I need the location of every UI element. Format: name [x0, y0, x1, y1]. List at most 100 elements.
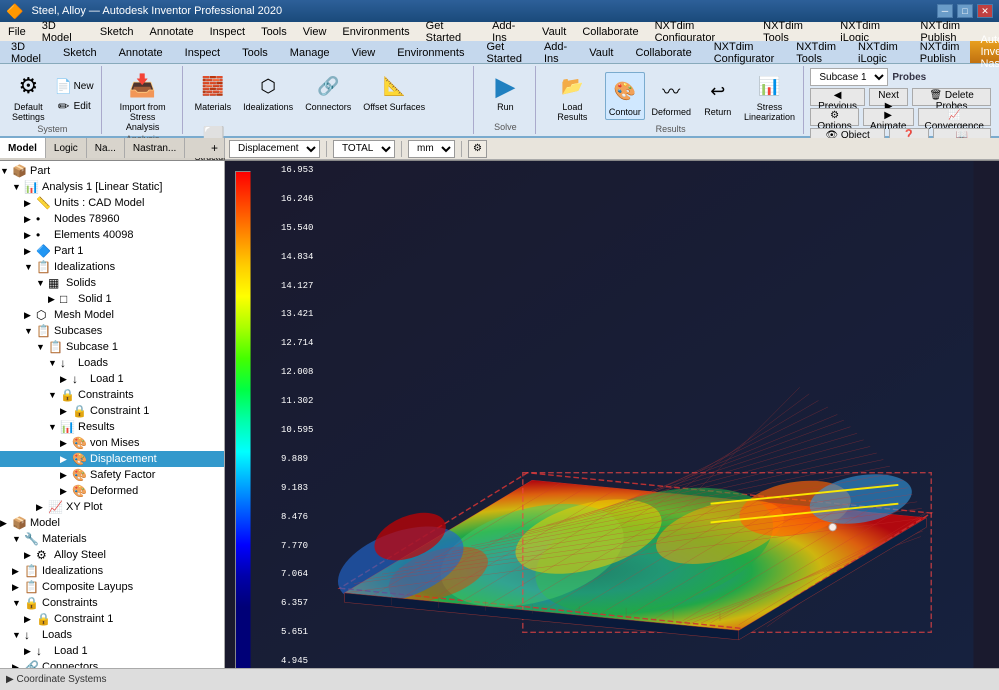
tree-item-29[interactable]: ▶🔒Constraint 1 — [0, 611, 224, 627]
tree-arrow-8[interactable]: ▼ — [36, 278, 48, 288]
tree-item-30[interactable]: ▼↓Loads — [0, 627, 224, 643]
tree-arrow-25[interactable]: ▶ — [24, 550, 36, 561]
btn-return[interactable]: ↩ Return — [698, 73, 738, 119]
tab-addins[interactable]: Add-Ins — [533, 41, 578, 63]
btn-materials[interactable]: 🧱 Materials — [191, 68, 236, 114]
tree-arrow-23[interactable]: ▶ — [0, 518, 12, 529]
sidebar-tab-vault[interactable]: Na... — [87, 138, 125, 158]
tree-arrow-24[interactable]: ▼ — [12, 534, 24, 544]
tree-arrow-20[interactable]: ▶ — [60, 470, 72, 481]
btn-options[interactable]: ⚙ Options — [810, 108, 858, 126]
displacement-select[interactable]: Displacement — [229, 140, 320, 158]
tree-item-26[interactable]: ▶📋Idealizations — [0, 563, 224, 579]
tree-item-5[interactable]: ▶•Elements 40098 — [0, 227, 224, 243]
tab-tools[interactable]: Tools — [231, 41, 279, 63]
maximize-button[interactable]: □ — [957, 4, 973, 18]
btn-previous[interactable]: ◀ Previous — [810, 88, 865, 106]
tab-manage[interactable]: Manage — [279, 41, 341, 63]
btn-load-results[interactable]: 📂 Load Results — [544, 68, 601, 124]
tree-item-21[interactable]: ▶🎨Deformed — [0, 483, 224, 499]
tree-item-27[interactable]: ▶📋Composite Layups — [0, 579, 224, 595]
btn-connectors[interactable]: 🔗 Connectors — [301, 68, 355, 114]
menu-item-collaborate[interactable]: Collaborate — [574, 24, 646, 40]
btn-contour[interactable]: 🎨 Contour — [605, 72, 645, 120]
tree-arrow-13[interactable]: ▼ — [48, 358, 60, 368]
tab-annotate[interactable]: Annotate — [108, 41, 174, 63]
tree-arrow-32[interactable]: ▶ — [12, 662, 24, 669]
tree-item-14[interactable]: ▶↓Load 1 — [0, 371, 224, 387]
tree-arrow-11[interactable]: ▼ — [24, 326, 36, 336]
tab-getstarted[interactable]: Get Started — [475, 41, 532, 63]
tree-item-2[interactable]: ▼📊Analysis 1 [Linear Static] — [0, 179, 224, 195]
sidebar-tab-logic[interactable]: Logic — [46, 138, 87, 158]
tree-arrow-30[interactable]: ▼ — [12, 630, 24, 640]
tab-sketch[interactable]: Sketch — [52, 41, 108, 63]
tree-item-31[interactable]: ▶↓Load 1 — [0, 643, 224, 659]
tab-3dmodel[interactable]: 3D Model — [0, 41, 52, 63]
btn-offset-surfaces[interactable]: 📐 Offset Surfaces — [359, 68, 429, 114]
btn-default-settings[interactable]: ⚙ DefaultSettings — [8, 68, 49, 124]
menu-item-view[interactable]: View — [295, 24, 335, 40]
menu-item-inspect[interactable]: Inspect — [202, 24, 253, 40]
tree-item-17[interactable]: ▼📊Results — [0, 419, 224, 435]
btn-edit[interactable]: ✏ Edit — [53, 97, 97, 115]
btn-idealizations[interactable]: ⬡ Idealizations — [239, 68, 297, 114]
btn-animate[interactable]: ▶ Animate — [863, 108, 914, 126]
tab-nxtdimconfig[interactable]: NXTdim Configurator — [703, 41, 786, 63]
tree-arrow-14[interactable]: ▶ — [60, 374, 72, 385]
tab-inspect[interactable]: Inspect — [174, 41, 231, 63]
tree-arrow-3[interactable]: ▶ — [24, 198, 36, 209]
btn-delete-probes[interactable]: 🗑 Delete Probes — [912, 88, 991, 106]
btn-stress-linearization[interactable]: 📊 StressLinearization — [742, 68, 798, 124]
viewport[interactable]: 16.95316.24615.54014.83414.12713.42112.7… — [225, 161, 999, 668]
tree-item-1[interactable]: ▼📦Part — [0, 163, 224, 179]
tree-arrow-9[interactable]: ▶ — [48, 294, 60, 305]
tree-item-18[interactable]: ▶🎨von Mises — [0, 435, 224, 451]
btn-deformed[interactable]: 〰 Deformed — [649, 73, 694, 119]
btn-run[interactable]: ▶ Run — [485, 68, 525, 114]
tree-arrow-19[interactable]: ▶ — [60, 454, 72, 465]
tree-arrow-10[interactable]: ▶ — [24, 310, 36, 321]
tree-item-15[interactable]: ▼🔒Constraints — [0, 387, 224, 403]
tree-arrow-22[interactable]: ▶ — [36, 502, 48, 513]
tree-arrow-5[interactable]: ▶ — [24, 230, 36, 241]
tree-item-12[interactable]: ▼📋Subcase 1 — [0, 339, 224, 355]
tab-nxtdimilogic[interactable]: NXTdim iLogic — [847, 41, 909, 63]
tree-arrow-18[interactable]: ▶ — [60, 438, 72, 449]
tree-item-23[interactable]: ▶📦Model — [0, 515, 224, 531]
menu-item-file[interactable]: File — [0, 24, 34, 40]
sidebar-tab-nastran1[interactable]: Nastran... — [125, 138, 185, 158]
tree-item-7[interactable]: ▼📋Idealizations — [0, 259, 224, 275]
subcase-select[interactable]: Subcase 1 — [810, 68, 888, 86]
tree-item-13[interactable]: ▼↓Loads — [0, 355, 224, 371]
menu-item-vault[interactable]: Vault — [534, 24, 574, 40]
btn-import-stress[interactable]: 📥 Import fromStress Analysis — [110, 68, 176, 134]
tree-arrow-17[interactable]: ▼ — [48, 422, 60, 432]
sidebar-tab-model[interactable]: Model — [0, 138, 46, 158]
tab-view[interactable]: View — [341, 41, 387, 63]
tree-arrow-12[interactable]: ▼ — [36, 342, 48, 352]
tree-arrow-27[interactable]: ▶ — [12, 582, 24, 593]
tree-item-20[interactable]: ▶🎨Safety Factor — [0, 467, 224, 483]
tab-nxtdimtools[interactable]: NXTdim Tools — [785, 41, 847, 63]
tree-item-16[interactable]: ▶🔒Constraint 1 — [0, 403, 224, 419]
minimize-button[interactable]: ─ — [937, 4, 953, 18]
tree-arrow-2[interactable]: ▼ — [12, 182, 24, 192]
tab-nastran[interactable]: Autodesk Inventor Nastran — [970, 41, 999, 63]
tree-item-4[interactable]: ▶•Nodes 78960 — [0, 211, 224, 227]
menu-item-environments[interactable]: Environments — [334, 24, 417, 40]
close-button[interactable]: ✕ — [977, 4, 993, 18]
btn-new[interactable]: 📄 New — [53, 77, 97, 95]
tree-item-11[interactable]: ▼📋Subcases — [0, 323, 224, 339]
tab-environments[interactable]: Environments — [386, 41, 475, 63]
tree-arrow-31[interactable]: ▶ — [24, 646, 36, 657]
tree-item-22[interactable]: ▶📈XY Plot — [0, 499, 224, 515]
tree-item-19[interactable]: ▶🎨Displacement — [0, 451, 224, 467]
viewport-settings-btn[interactable]: ⚙ — [468, 140, 487, 158]
menu-item-sketch[interactable]: Sketch — [92, 24, 142, 40]
tree-item-24[interactable]: ▼🔧Materials — [0, 531, 224, 547]
tree-arrow-26[interactable]: ▶ — [12, 566, 24, 577]
tree-arrow-6[interactable]: ▶ — [24, 246, 36, 257]
btn-convergence-plot[interactable]: 📈 Convergence Plot — [918, 108, 991, 126]
tree-arrow-16[interactable]: ▶ — [60, 406, 72, 417]
